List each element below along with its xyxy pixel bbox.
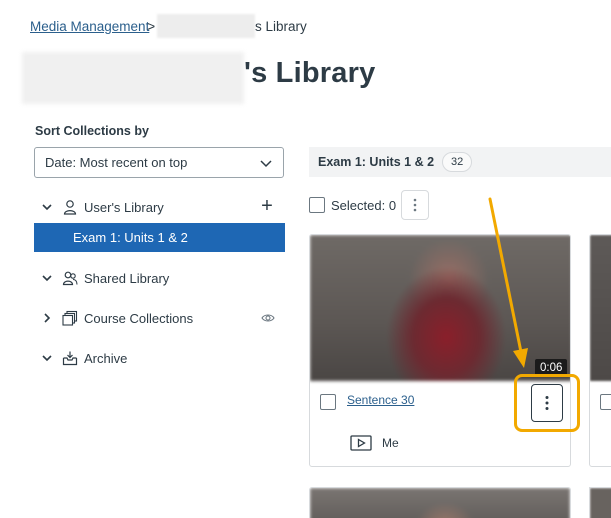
tree-item-label: Course Collections — [84, 310, 194, 326]
caret-right-icon[interactable] — [40, 311, 54, 325]
media-thumbnail[interactable] — [590, 235, 611, 381]
eye-icon[interactable] — [261, 311, 275, 325]
page-title-redacted — [22, 52, 244, 104]
tree-item-course-collections[interactable]: Course Collections — [40, 306, 193, 330]
tree-item-exam-collection[interactable]: Exam 1: Units 1 & 2 — [34, 223, 285, 252]
page-title: 's Library — [244, 57, 376, 89]
highlight-box — [514, 374, 580, 432]
media-select-checkbox[interactable] — [600, 394, 611, 410]
more-vertical-icon — [413, 198, 417, 212]
archive-icon — [62, 351, 78, 366]
media-select-checkbox[interactable] — [320, 394, 336, 410]
bulk-actions-button[interactable] — [401, 190, 429, 220]
collection-title: Exam 1: Units 1 & 2 — [318, 155, 435, 169]
media-card[interactable]: 0:06 Sentence 30 Me — [309, 234, 571, 467]
tree-item-label: Archive — [84, 350, 128, 366]
breadcrumb-media-management[interactable]: Media Management — [30, 19, 149, 34]
sort-select[interactable]: Date: Most recent on top — [34, 147, 284, 178]
selected-count-label: Selected: 0 — [331, 198, 397, 213]
media-owner: Me — [382, 436, 399, 450]
caret-down-icon[interactable] — [40, 351, 54, 365]
media-thumbnail[interactable] — [590, 488, 611, 518]
users-icon — [62, 271, 78, 286]
tree-item-label: Shared Library — [84, 270, 170, 286]
chevron-down-icon — [260, 160, 272, 168]
tree-item-shared-library[interactable]: Shared Library — [40, 266, 169, 290]
collections-icon — [62, 310, 78, 326]
media-card-row2-next[interactable] — [589, 487, 611, 518]
caret-down-icon[interactable] — [40, 271, 54, 285]
tree-item-label: Exam 1: Units 1 & 2 — [73, 230, 188, 245]
breadcrumb-separator: > — [147, 18, 156, 34]
sort-select-value: Date: Most recent on top — [45, 155, 188, 170]
breadcrumb-redacted — [157, 14, 255, 38]
collection-header: Exam 1: Units 1 & 2 32 — [309, 147, 611, 177]
tree-item-archive[interactable]: Archive — [40, 346, 127, 370]
breadcrumb-current: s Library — [255, 19, 307, 34]
collection-count-badge: 32 — [442, 152, 473, 172]
caret-down-icon[interactable] — [40, 200, 54, 214]
media-meta: Me — [350, 435, 399, 451]
add-collection-button[interactable]: + — [259, 196, 275, 217]
user-icon — [63, 200, 77, 215]
select-all-checkbox[interactable] — [309, 197, 325, 213]
media-card-row2[interactable] — [309, 487, 571, 518]
media-card-next[interactable] — [589, 234, 611, 467]
media-thumbnail[interactable] — [310, 488, 570, 518]
media-title-link[interactable]: Sentence 30 — [347, 393, 414, 407]
tree-item-label: User's Library — [84, 199, 164, 215]
sort-label: Sort Collections by — [35, 124, 149, 138]
media-thumbnail[interactable] — [310, 235, 570, 381]
play-icon — [350, 435, 372, 451]
tree-item-users-library[interactable]: User's Library — [40, 195, 164, 219]
